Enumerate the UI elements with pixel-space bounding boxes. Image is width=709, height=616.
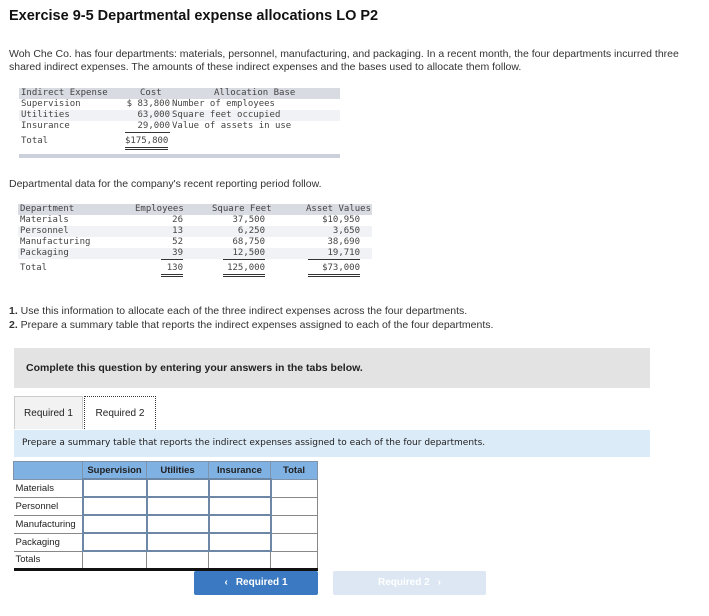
cell: 125,000: [223, 263, 265, 277]
cell: $ 83,800: [126, 99, 170, 109]
total-cell: [270, 550, 318, 571]
totals-row: Totals: [13, 550, 318, 571]
chevron-left-icon: ‹: [224, 577, 228, 588]
total-cell: [270, 497, 318, 516]
header: Square Feet: [212, 204, 272, 214]
header: Indirect Expense: [21, 88, 108, 98]
question-1: 1. Use this information to allocate each…: [9, 305, 467, 318]
page-title: Exercise 9-5 Departmental expense alloca…: [9, 8, 379, 24]
department-table: Department Employees Square Feet Asset Valu…: [18, 204, 372, 277]
cell: 37,500: [232, 215, 265, 225]
cell: 52: [172, 237, 183, 247]
header: Utilities: [146, 461, 209, 480]
supervision-input[interactable]: [85, 516, 144, 531]
chevron-right-icon: ›: [437, 577, 442, 588]
cell: 3,650: [332, 226, 360, 236]
row-label: Packaging: [13, 533, 83, 552]
question-2: 2. Prepare a summary table that reports …: [9, 319, 493, 332]
cell: $73,000: [308, 263, 360, 277]
insurance-input[interactable]: [211, 498, 268, 513]
total-cell: [208, 550, 271, 571]
cell: Total: [21, 136, 49, 146]
dept-intro: Departmental data for the company's rece…: [9, 178, 322, 190]
q-number: 1.: [9, 305, 18, 317]
summary-table: Supervision Utilities Insurance Total Ma…: [13, 461, 318, 571]
button-label: Required 2: [377, 577, 430, 588]
table-row: Personnel: [13, 496, 318, 516]
header: Asset Values: [306, 204, 372, 214]
supervision-input[interactable]: [85, 498, 144, 513]
supervision-input[interactable]: [85, 480, 144, 495]
table-row: Materials: [13, 478, 318, 498]
q-number: 2.: [9, 319, 18, 331]
cell: Personnel: [20, 226, 69, 236]
cell: Manufacturing: [20, 237, 91, 247]
cell: 68,750: [232, 237, 265, 247]
cell: 19,710: [308, 248, 360, 260]
tab-instruction: Prepare a summary table that reports the…: [14, 430, 650, 457]
cell: Square feet occupied: [172, 110, 281, 120]
header: Allocation Base: [214, 88, 296, 98]
header: Supervision: [82, 461, 147, 480]
cell: Total: [20, 263, 48, 273]
utilities-input[interactable]: [149, 516, 206, 531]
header: Insurance: [208, 461, 271, 480]
total-cell: [270, 479, 318, 498]
button-label: Required 1: [235, 577, 288, 588]
cell: Supervision: [21, 99, 81, 109]
insurance-input[interactable]: [211, 480, 268, 495]
total-cell: [146, 550, 209, 571]
tab-required-1[interactable]: Required 1: [14, 396, 83, 429]
utilities-input[interactable]: [149, 534, 206, 549]
cell: $10,950: [322, 215, 360, 225]
row-label: Personnel: [13, 497, 83, 516]
cell: 130: [161, 263, 183, 277]
header: Total: [270, 461, 318, 480]
next-required-2-button[interactable]: Required 2 ›: [333, 571, 486, 595]
cell: 6,250: [237, 226, 265, 236]
expense-table: Indirect Expense Cost Allocation Base Supe…: [19, 88, 340, 158]
cell: Packaging: [20, 248, 69, 258]
cell: Utilities: [21, 110, 70, 120]
q-text: Use this information to allocate each of…: [17, 305, 468, 317]
table-row: Manufacturing: [13, 514, 318, 534]
row-label: Materials: [13, 479, 83, 498]
header: [13, 461, 83, 480]
q-text: Prepare a summary table that reports the…: [17, 319, 494, 331]
cell: Insurance: [21, 121, 70, 131]
cell: 29,000: [125, 121, 170, 133]
cell: 63,000: [137, 110, 170, 120]
cell: 13: [172, 226, 183, 236]
row-label: Manufacturing: [13, 515, 83, 534]
total-cell: [270, 533, 318, 552]
insurance-input[interactable]: [211, 516, 268, 531]
prev-required-1-button[interactable]: ‹ Required 1: [194, 571, 318, 595]
header: Department: [20, 204, 75, 214]
row-label: Totals: [13, 550, 83, 571]
cell: 39: [161, 248, 183, 260]
intro-text: Woh Che Co. has four departments: materi…: [9, 48, 679, 73]
instructions-banner: Complete this question by entering your …: [14, 348, 650, 388]
header: Employees: [135, 204, 184, 214]
header: Cost: [140, 88, 162, 98]
utilities-input[interactable]: [149, 480, 206, 495]
cell: Number of employees: [172, 99, 275, 109]
cell: Value of assets in use: [172, 121, 292, 131]
table-row: Packaging: [13, 532, 318, 552]
insurance-input[interactable]: [211, 534, 268, 549]
supervision-input[interactable]: [85, 534, 144, 549]
cell: 26: [172, 215, 183, 225]
total-cell: [270, 515, 318, 534]
cell: 12,500: [223, 248, 265, 260]
cell: Materials: [20, 215, 69, 225]
cell: $175,800: [125, 136, 169, 150]
total-cell: [82, 550, 147, 571]
tab-required-2[interactable]: Required 2: [84, 396, 156, 429]
cell: 38,690: [327, 237, 360, 247]
utilities-input[interactable]: [149, 498, 206, 513]
